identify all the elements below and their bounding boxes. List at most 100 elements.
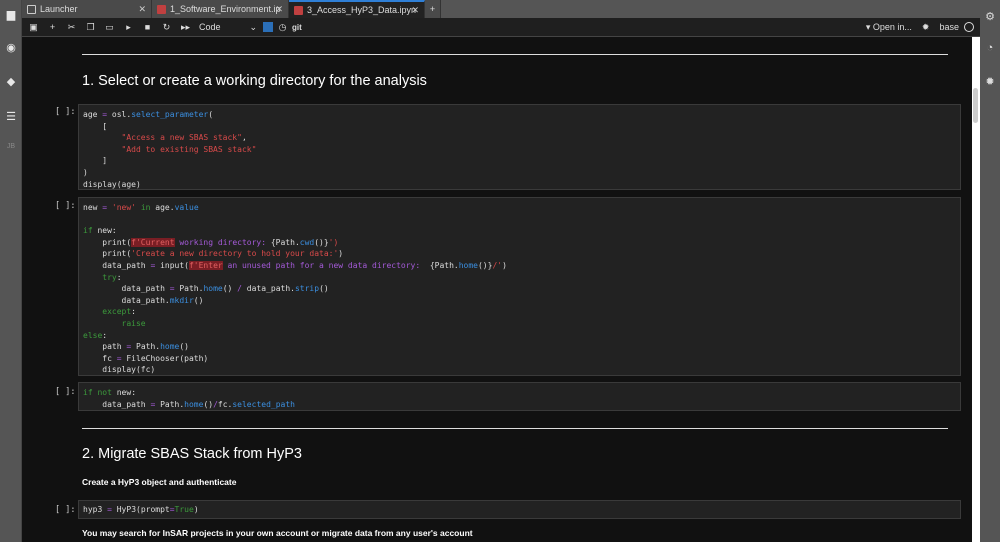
code-line: raise: [83, 318, 956, 330]
code-token: hyp3: [83, 505, 108, 514]
code-token: Path.: [174, 284, 204, 294]
cell-type-select[interactable]: Code ⌄: [199, 22, 257, 33]
close-icon[interactable]: ✕: [138, 4, 146, 15]
code-token: True: [174, 505, 194, 514]
paste-icon[interactable]: ▭: [100, 22, 119, 33]
code-token: value: [174, 203, 199, 212]
code-token: [: [83, 121, 108, 131]
code-token: input(: [155, 260, 189, 270]
code-token: data_path: [83, 399, 151, 409]
debugger-icon[interactable]: ✹: [983, 75, 997, 88]
tab-software-environment[interactable]: 1_Software_Environment.ip ✕: [152, 0, 289, 18]
code-token: ): [502, 260, 507, 270]
launcher-icon: [27, 4, 36, 14]
code-token: new:: [92, 226, 117, 236]
code-token: select_parameter: [131, 110, 209, 119]
code-token: 'Create a new directory to hold your dat…: [131, 249, 339, 259]
code-line: try:: [83, 272, 956, 284]
code-token: working directory:: [174, 237, 271, 247]
code-line: display(age): [83, 179, 956, 191]
copy-icon[interactable]: ❐: [81, 22, 100, 33]
code-token: "Add to existing SBAS stack": [121, 144, 257, 154]
code-token: ): [338, 249, 344, 259]
code-line: new = 'new' in age.value: [83, 202, 956, 214]
code-line: hyp3 = HyP3(prompt=True): [83, 504, 956, 516]
scrollbar-thumb[interactable]: [973, 88, 978, 123]
code-token: ()}: [477, 260, 493, 270]
cut-icon[interactable]: ✂: [62, 22, 81, 33]
code-token: new: [83, 203, 103, 212]
add-cell-icon[interactable]: +: [43, 22, 62, 32]
git-button[interactable]: git: [292, 23, 302, 32]
debugger-icon[interactable]: [263, 22, 273, 32]
clock-icon[interactable]: ◷: [273, 22, 292, 33]
code-token: age: [83, 110, 103, 119]
right-sidebar: ⚙ ◔ ✹: [980, 0, 1000, 542]
code-token: data_path.: [241, 284, 295, 294]
code-token: display(fc): [83, 365, 156, 375]
code-token: cwd: [299, 237, 315, 247]
close-icon[interactable]: ✕: [275, 4, 283, 15]
code-token: :: [102, 330, 108, 340]
tab-access-hyp3-data[interactable]: 3_Access_HyP3_Data.ipyn ✕: [289, 0, 425, 18]
close-icon[interactable]: ✕: [411, 5, 419, 16]
divider: [82, 428, 948, 429]
code-token: if: [83, 388, 93, 397]
toc-icon[interactable]: ☰: [3, 110, 19, 123]
kernel-status-icon: [964, 22, 974, 32]
code-line: data_path = Path.home()/fc.selected_path: [83, 399, 956, 411]
restart-icon[interactable]: ↻: [157, 22, 176, 33]
code-token: 'new': [111, 203, 137, 212]
code-token: f'Current: [131, 237, 175, 247]
code-token: if: [83, 226, 93, 236]
code-token: FileChooser(path): [121, 353, 209, 363]
code-token: (): [222, 284, 238, 294]
code-token: strip: [294, 284, 320, 294]
running-icon[interactable]: ◉: [3, 41, 19, 54]
code-line: data_path = input(f'Enter an unused path…: [83, 260, 956, 272]
code-line: path = Path.home(): [83, 341, 956, 353]
git-icon[interactable]: ◆: [3, 75, 19, 88]
code-line: print('Create a new directory to hold yo…: [83, 248, 956, 260]
tab-label: 3_Access_HyP3_Data.ipyn: [307, 5, 417, 15]
code-token: mkdir: [169, 295, 194, 305]
code-token: age.: [150, 203, 175, 212]
code-token: :: [116, 272, 122, 282]
paragraph: Create a HyP3 object and authenticate: [82, 477, 237, 487]
open-in-button[interactable]: ▾ Open in...: [866, 22, 912, 33]
code-cell[interactable]: if not new: data_path = Path.home()/fc.s…: [78, 382, 961, 411]
code-line: "Access a new SBAS stack",: [83, 132, 956, 144]
save-icon[interactable]: ▣: [24, 22, 43, 33]
new-tab-button[interactable]: +: [425, 0, 441, 18]
folder-icon[interactable]: ▆: [3, 8, 19, 21]
code-token: display(age): [83, 179, 141, 189]
fast-forward-icon[interactable]: ▸▸: [176, 22, 195, 33]
code-line: "Add to existing SBAS stack": [83, 144, 956, 156]
jupyterbook-icon[interactable]: JB: [3, 143, 19, 150]
stop-icon[interactable]: ■: [138, 22, 157, 32]
code-cell[interactable]: hyp3 = HyP3(prompt=True): [78, 500, 961, 519]
code-line: else:: [83, 330, 956, 342]
kernel-name[interactable]: base: [939, 22, 959, 32]
code-cell[interactable]: age = osl.select_parameter( [ "Access a …: [78, 104, 961, 190]
code-token: "Access a new SBAS stack": [121, 133, 242, 143]
code-token: fc: [83, 353, 117, 363]
run-icon[interactable]: ▸: [119, 22, 138, 33]
code-token: except: [102, 307, 132, 317]
code-token: data_path.: [83, 295, 170, 305]
property-inspector-icon[interactable]: ⚙: [983, 10, 997, 23]
bug-icon[interactable]: ✹: [922, 22, 930, 33]
code-line: ): [83, 167, 956, 179]
dashboard-icon[interactable]: ◔: [983, 42, 997, 54]
tab-bar: Launcher ✕ 1_Software_Environment.ip ✕ 3_A…: [22, 0, 980, 18]
code-cell[interactable]: new = 'new' in age.value if new: print(f…: [78, 197, 961, 376]
code-line: if new:: [83, 225, 956, 237]
code-line: if not new:: [83, 387, 956, 399]
section-heading-1: 1. Select or create a working directory …: [82, 73, 427, 89]
code-token: osl.: [107, 110, 132, 119]
tab-launcher[interactable]: Launcher ✕: [22, 0, 152, 18]
